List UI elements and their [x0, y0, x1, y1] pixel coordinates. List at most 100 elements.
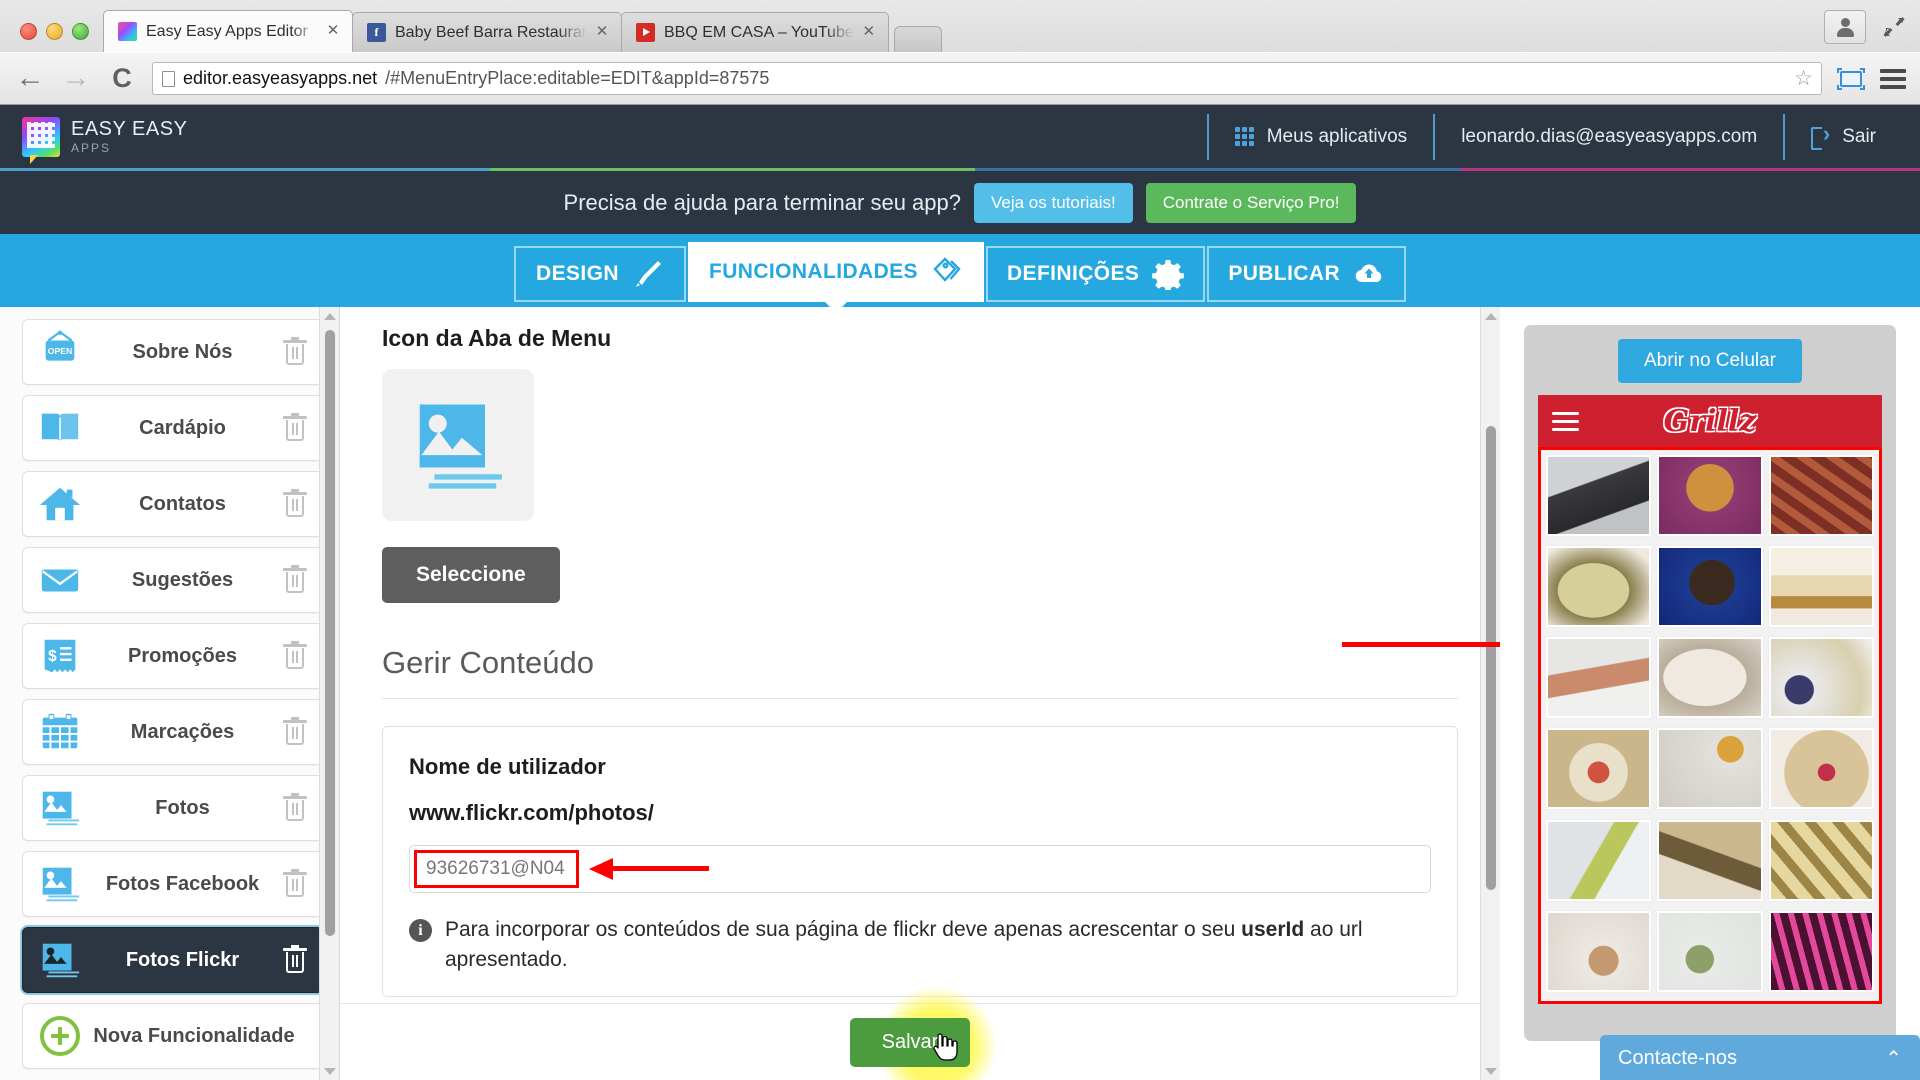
sidebar-item-cardapio[interactable]: Cardápio: [22, 395, 323, 461]
gallery-thumbnail[interactable]: [1545, 727, 1653, 811]
trash-icon[interactable]: [282, 413, 308, 442]
app-preview: Abrir no Celular Grillz Contacte-nos ⌃: [1500, 307, 1920, 1080]
gallery-thumbnail[interactable]: [1656, 727, 1764, 811]
trash-icon[interactable]: [282, 641, 308, 670]
gallery-thumbnail[interactable]: [1545, 636, 1653, 720]
url-path: /#MenuEntryPlace:editable=EDIT&appId=875…: [385, 68, 770, 88]
maximize-window-button[interactable]: [72, 23, 89, 40]
svg-text:$: $: [48, 648, 57, 665]
page-info-icon[interactable]: [162, 70, 175, 87]
brand-logo-block[interactable]: EASY EASY APPS: [22, 116, 187, 164]
preview-photo-gallery[interactable]: [1541, 450, 1879, 1001]
add-feature-button[interactable]: Nova Funcionalidade: [22, 1003, 323, 1069]
youtube-icon: [636, 23, 655, 42]
sidebar-item-contatos[interactable]: Contatos: [22, 471, 323, 537]
tab-publicar[interactable]: PUBLICAR: [1207, 246, 1407, 302]
sidebar-item-label: Fotos: [155, 796, 210, 819]
flickr-userid-input[interactable]: [409, 845, 1431, 893]
back-arrow-icon[interactable]: ←: [14, 64, 46, 93]
tutorials-button[interactable]: Veja os tutoriais!: [974, 182, 1133, 223]
gallery-thumbnail[interactable]: [1656, 909, 1764, 993]
trash-icon[interactable]: [282, 337, 308, 366]
trash-icon[interactable]: [282, 717, 308, 746]
sidebar-item-promocoes[interactable]: $ Promoções: [22, 623, 323, 689]
trash-icon[interactable]: [282, 793, 308, 822]
gallery-thumbnail[interactable]: [1656, 818, 1764, 902]
sidebar-item-label: Cardápio: [139, 416, 226, 439]
gallery-thumbnail[interactable]: [1545, 454, 1653, 537]
window-controls[interactable]: [10, 23, 103, 52]
minimize-window-button[interactable]: [46, 23, 63, 40]
gallery-thumbnail[interactable]: [1767, 636, 1875, 720]
sidebar-scrollbar[interactable]: [319, 307, 339, 1080]
address-bar[interactable]: editor.easyeasyapps.net /#MenuEntryPlace:…: [152, 62, 1822, 95]
easy-apps-icon: [118, 22, 137, 41]
contact-us-label: Contacte-nos: [1618, 1046, 1737, 1069]
envelope-icon: [41, 569, 79, 592]
close-icon[interactable]: ✕: [593, 23, 611, 42]
trash-icon[interactable]: [282, 489, 308, 518]
sidebar-item-fotos-flickr[interactable]: Fotos Flickr: [22, 927, 323, 993]
pro-service-button[interactable]: Contrate o Serviço Pro!: [1145, 182, 1357, 223]
photos-stack-icon: [42, 791, 80, 826]
hamburger-menu-icon[interactable]: [1552, 411, 1579, 431]
select-icon-button[interactable]: Seleccione: [382, 547, 560, 603]
new-tab-button[interactable]: [893, 26, 942, 52]
scroll-up-icon[interactable]: [1485, 313, 1497, 320]
gallery-thumbnail[interactable]: [1767, 727, 1875, 811]
gallery-thumbnail[interactable]: [1656, 545, 1764, 629]
gallery-thumbnail[interactable]: [1767, 818, 1875, 902]
scrollbar-thumb[interactable]: [324, 329, 336, 937]
trash-icon[interactable]: [282, 945, 308, 974]
chevron-up-icon[interactable]: ⌃: [1885, 1046, 1902, 1071]
account-email[interactable]: leonardo.dias@easyeasyapps.com: [1433, 113, 1783, 160]
sidebar-item-sobre-nos[interactable]: OPEN Sobre Nós: [22, 319, 323, 385]
contact-us-bar[interactable]: Contacte-nos ⌃: [1600, 1035, 1920, 1080]
gallery-thumbnail[interactable]: [1656, 636, 1764, 720]
browser-tab-2[interactable]: BBQ EM CASA – YouTube ✕: [621, 12, 889, 52]
pointer-hand-cursor: [932, 1033, 958, 1061]
open-on-mobile-button[interactable]: Abrir no Celular: [1618, 339, 1802, 383]
scrollbar-thumb[interactable]: [1485, 425, 1497, 891]
gallery-thumbnail[interactable]: [1767, 909, 1875, 993]
gallery-thumbnail[interactable]: [1545, 909, 1653, 993]
editor-nav-tabs: DESIGN FUNCIONALIDADES DEFINIÇÕES PUBLIC…: [0, 234, 1920, 307]
bookmark-star-icon[interactable]: ☆: [1794, 67, 1813, 91]
fullscreen-icon[interactable]: [1882, 15, 1906, 39]
annotation-box-gallery: [1538, 447, 1882, 1004]
close-icon[interactable]: ✕: [324, 22, 342, 41]
tab-funcionalidades[interactable]: FUNCIONALIDADES: [687, 242, 984, 302]
cast-icon[interactable]: [1836, 67, 1866, 91]
hamburger-menu-icon[interactable]: [1880, 68, 1906, 89]
close-icon[interactable]: ✕: [860, 23, 878, 42]
tab-definicoes[interactable]: DEFINIÇÕES: [985, 246, 1206, 302]
scroll-down-icon[interactable]: [324, 1068, 336, 1075]
sidebar-item-marcacoes[interactable]: Marcações: [22, 699, 323, 765]
tab-publicar-label: PUBLICAR: [1228, 262, 1341, 285]
flickr-url-label: www.flickr.com/photos/: [409, 800, 654, 825]
book-icon: [41, 413, 79, 441]
gallery-thumbnail[interactable]: [1545, 818, 1653, 902]
user-profile-icon[interactable]: [1824, 10, 1866, 44]
browser-tab-0[interactable]: Easy Easy Apps Editor ✕: [103, 10, 353, 52]
brand-name-line2: APPS: [71, 140, 112, 155]
gallery-thumbnail[interactable]: [1545, 545, 1653, 629]
trash-icon[interactable]: [282, 869, 308, 898]
gallery-thumbnail[interactable]: [1767, 545, 1875, 629]
gallery-thumbnail[interactable]: [1656, 454, 1764, 537]
logout-button[interactable]: Sair: [1783, 113, 1902, 160]
scroll-up-icon[interactable]: [324, 313, 336, 320]
sidebar-item-sugestoes[interactable]: Sugestões: [22, 547, 323, 613]
close-window-button[interactable]: [20, 23, 37, 40]
main-scrollbar[interactable]: [1480, 307, 1500, 1080]
scroll-down-icon[interactable]: [1485, 1068, 1497, 1075]
sidebar-item-fotos[interactable]: Fotos: [22, 775, 323, 841]
reload-icon[interactable]: C: [106, 65, 138, 92]
tab-icon-preview[interactable]: [382, 369, 534, 521]
tab-design[interactable]: DESIGN: [513, 246, 686, 302]
trash-icon[interactable]: [282, 565, 308, 594]
my-apps-link[interactable]: Meus aplicativos: [1206, 113, 1433, 160]
sidebar-item-fotos-facebook[interactable]: Fotos Facebook: [22, 851, 323, 917]
browser-tab-1[interactable]: f Baby Beef Barra Restaurant ✕: [352, 12, 622, 52]
gallery-thumbnail[interactable]: [1767, 454, 1875, 537]
